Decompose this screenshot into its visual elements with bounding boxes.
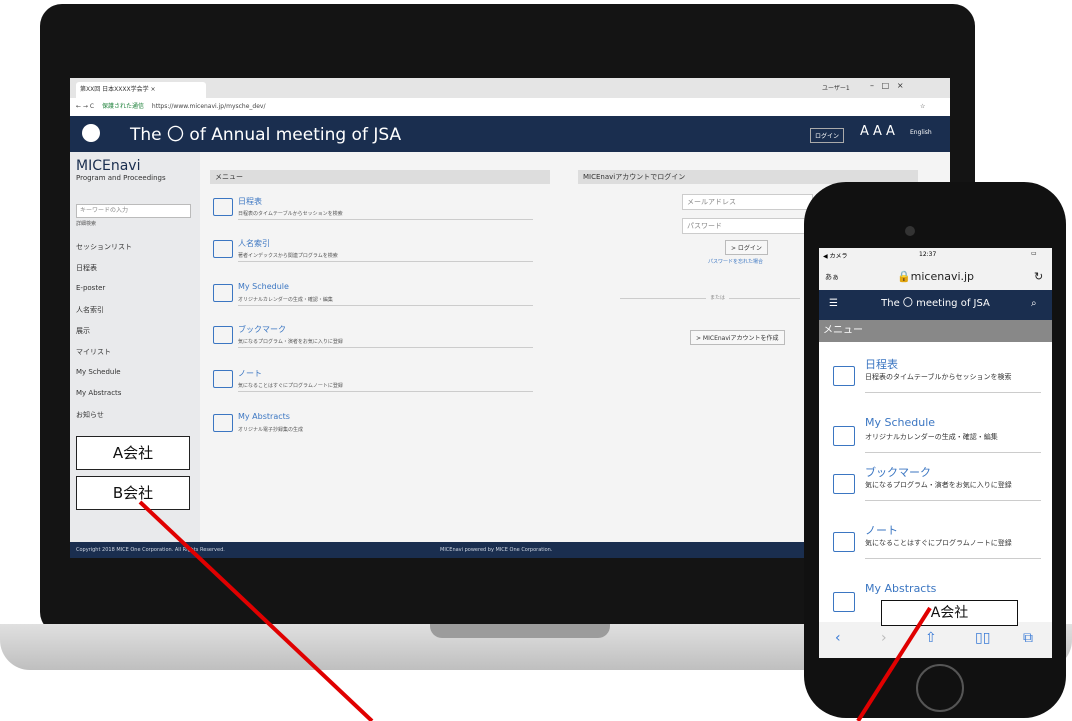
- annotation-line-b: [138, 500, 374, 721]
- annotation-lines: [138, 500, 932, 721]
- annotation-line-a: [856, 606, 932, 721]
